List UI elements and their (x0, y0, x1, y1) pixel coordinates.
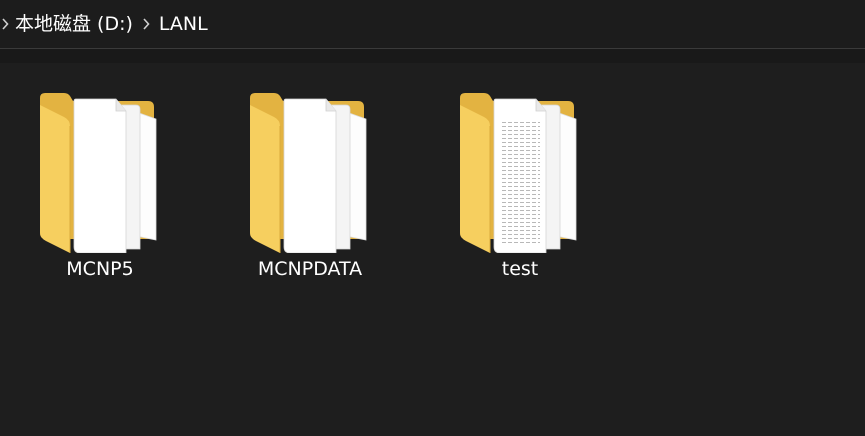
chevron-right-icon[interactable] (137, 0, 155, 48)
chevron-right-icon[interactable] (0, 0, 12, 48)
folder-item-mcnpdata[interactable]: MCNPDATA (210, 93, 410, 293)
folder-name: test (501, 258, 539, 280)
content-divider (0, 49, 865, 63)
folder-name: MCNPDATA (257, 258, 363, 280)
breadcrumb-item-drive[interactable]: 本地磁盘 (D:) (12, 0, 137, 48)
folder-icon (460, 93, 577, 253)
document-text-lines (500, 119, 540, 243)
address-bar[interactable]: 本地磁盘 (D:) LANL (0, 0, 865, 49)
file-list-area[interactable]: MCNP5 MCNPDATA test (0, 49, 865, 436)
folder-name: MCNP5 (66, 258, 134, 280)
breadcrumb-item-current[interactable]: LANL (155, 0, 212, 48)
folder-item-mcnp5[interactable]: MCNP5 (0, 93, 200, 293)
folder-icon (40, 93, 157, 253)
folder-item-test[interactable]: test (420, 93, 620, 293)
folder-icon (250, 93, 367, 253)
